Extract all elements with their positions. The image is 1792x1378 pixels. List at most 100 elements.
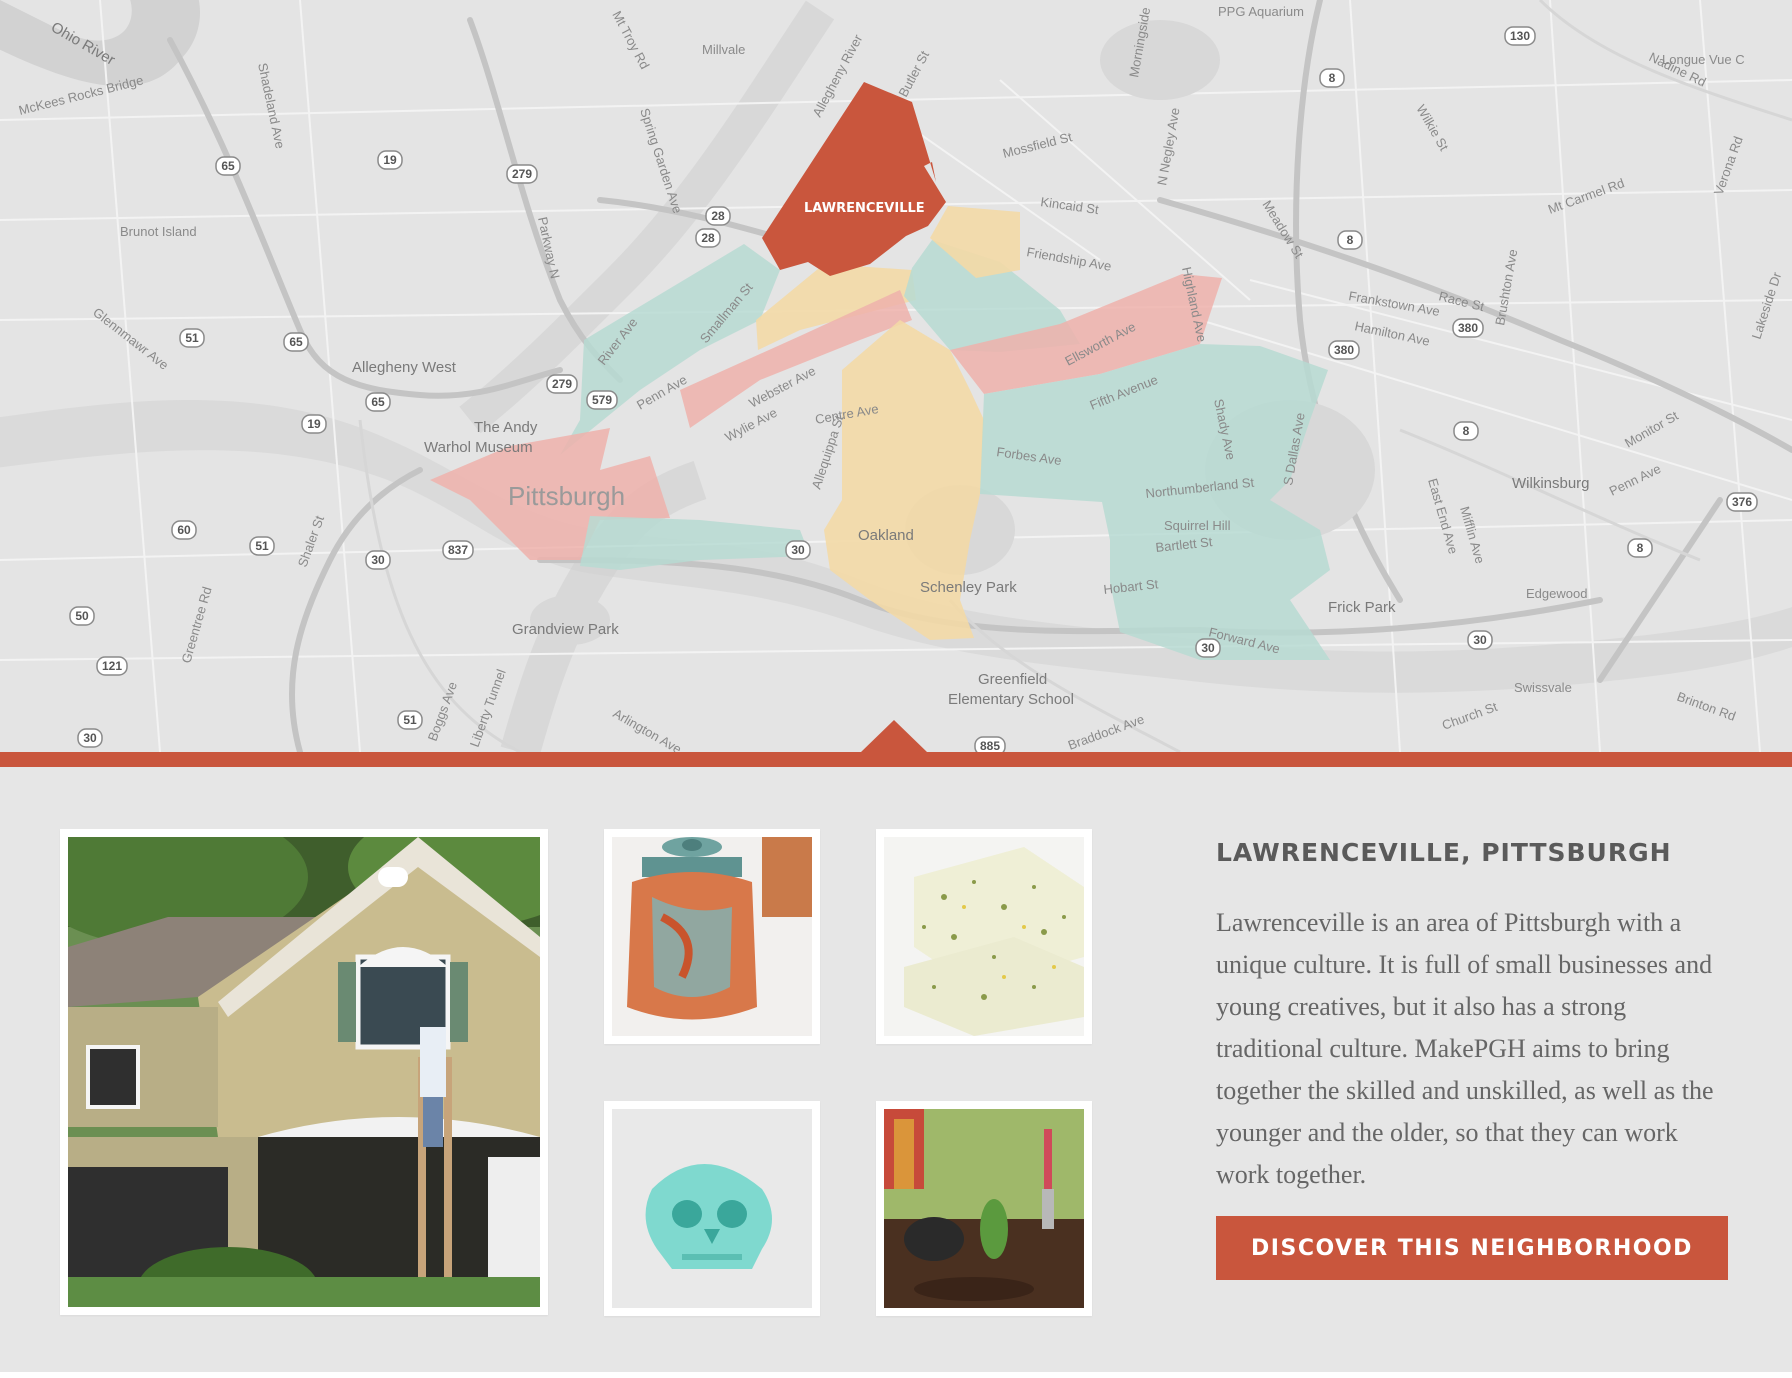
svg-text:N Negley Ave: N Negley Ave (1154, 107, 1182, 187)
svg-text:Frick Park: Frick Park (1328, 599, 1396, 616)
route-shield: 30 (1195, 638, 1221, 658)
route-shield: 380 (1452, 318, 1484, 338)
svg-text:Arlington Ave: Arlington Ave (611, 706, 685, 752)
route-shield-label: 19 (307, 417, 321, 431)
route-shield-label: 885 (980, 739, 1000, 752)
photo-ceramic-jar[interactable] (604, 829, 820, 1044)
route-shield: 130 (1504, 26, 1536, 46)
route-shield: 8 (1453, 421, 1479, 441)
selected-neighborhood-label: LAWRENCEVILLE (804, 201, 925, 216)
svg-text:Race St: Race St (1437, 288, 1486, 314)
route-shield-label: 579 (592, 393, 612, 407)
route-shield-label: 51 (255, 539, 269, 553)
route-shield-label: 837 (448, 543, 468, 557)
svg-text:Boggs Ave: Boggs Ave (425, 680, 460, 743)
route-shield-label: 376 (1732, 495, 1752, 509)
route-shield-label: 65 (371, 395, 385, 409)
photo-gardening[interactable] (876, 1101, 1092, 1316)
route-shield: 380 (1328, 340, 1360, 360)
svg-text:The Andy: The Andy (474, 419, 538, 436)
route-shield-label: 380 (1334, 343, 1354, 357)
svg-text:Monitor St: Monitor St (1622, 408, 1681, 451)
route-shield: 8 (1627, 538, 1653, 558)
route-shield-label: 30 (791, 543, 805, 557)
city-label: Pittsburgh (508, 481, 625, 511)
region-lawrenceville[interactable] (762, 82, 946, 276)
photo-soap[interactable] (876, 829, 1092, 1044)
map-divider (0, 752, 1792, 767)
route-shield-label: 28 (701, 231, 715, 245)
route-shield: 579 (586, 390, 618, 410)
route-shield-label: 279 (552, 377, 572, 391)
route-shield-label: 30 (83, 731, 97, 745)
svg-text:Grandview Park: Grandview Park (512, 621, 619, 638)
photo-house[interactable] (60, 829, 548, 1315)
svg-text:PPG Aquarium: PPG Aquarium (1218, 4, 1304, 19)
route-shield: 50 (69, 606, 95, 626)
route-shield: 121 (96, 656, 128, 676)
route-shield: 19 (301, 414, 327, 434)
ceramic-jar-image (612, 837, 812, 1036)
svg-text:Butler St: Butler St (895, 48, 932, 99)
photo-skull[interactable] (604, 1101, 820, 1316)
route-shield-label: 65 (289, 335, 303, 349)
route-shield: 51 (179, 328, 205, 348)
neighborhood-regions (430, 82, 1330, 660)
neighborhood-map[interactable]: LAWRENCEVILLE Pittsburgh Ohio River McKe… (0, 0, 1792, 752)
svg-text:Wylie Ave: Wylie Ave (722, 405, 779, 445)
route-shield: 28 (695, 228, 721, 248)
route-shield-label: 30 (1201, 641, 1215, 655)
house-image (68, 837, 540, 1307)
route-shield: 837 (442, 540, 474, 560)
discover-neighborhood-button[interactable]: DISCOVER THIS NEIGHBORHOOD (1216, 1216, 1728, 1280)
svg-text:Glennmawr Ave: Glennmawr Ave (90, 305, 171, 373)
svg-text:Allegheny West: Allegheny West (352, 359, 457, 376)
svg-text:Brushton Ave: Brushton Ave (1492, 248, 1520, 327)
neighborhood-title: LAWRENCEVILLE, PITTSBURGH (1216, 838, 1672, 867)
skull-image (612, 1109, 812, 1308)
svg-text:East End Ave: East End Ave (1425, 477, 1461, 556)
gardening-image (884, 1109, 1084, 1308)
route-shield-label: 8 (1347, 233, 1354, 247)
svg-text:Schenley Park: Schenley Park (920, 579, 1017, 596)
svg-text:Spring Garden Ave: Spring Garden Ave (637, 106, 685, 215)
svg-text:Warhol Museum: Warhol Museum (424, 439, 533, 456)
svg-text:Brunot Island: Brunot Island (120, 224, 197, 239)
svg-text:Wilkinsburg: Wilkinsburg (1512, 475, 1590, 492)
route-shield-label: 19 (383, 153, 397, 167)
map-canvas[interactable]: LAWRENCEVILLE Pittsburgh Ohio River McKe… (0, 0, 1792, 752)
route-shield-label: 130 (1510, 29, 1530, 43)
route-shield-label: 279 (512, 167, 532, 181)
route-shield: 30 (77, 728, 103, 748)
page-footer-edge (0, 1372, 1792, 1378)
svg-text:Church St: Church St (1440, 699, 1500, 733)
svg-text:Liberty Tunnel: Liberty Tunnel (467, 667, 509, 749)
route-shield-label: 60 (177, 523, 191, 537)
svg-text:Verona Rd: Verona Rd (1711, 134, 1746, 197)
route-shield-label: 65 (221, 159, 235, 173)
svg-text:Squirrel Hill: Squirrel Hill (1164, 518, 1231, 533)
svg-text:Oakland: Oakland (858, 527, 914, 544)
route-shield-label: 51 (185, 331, 199, 345)
route-shield: 279 (506, 164, 538, 184)
route-shield-label: 30 (371, 553, 385, 567)
route-shield: 60 (171, 520, 197, 540)
svg-text:Greenfield: Greenfield (978, 671, 1047, 688)
svg-text:Penn Ave: Penn Ave (1607, 461, 1663, 499)
route-shield-label: 51 (403, 713, 417, 727)
svg-text:Shaler St: Shaler St (295, 513, 328, 569)
route-shield: 30 (785, 540, 811, 560)
route-shield: 65 (215, 156, 241, 176)
route-shield: 51 (397, 710, 423, 730)
svg-text:Shadeland Ave: Shadeland Ave (255, 62, 288, 150)
svg-text:Mifflin Ave: Mifflin Ave (1457, 505, 1488, 566)
route-shield: 51 (249, 536, 275, 556)
route-shield: 8 (1337, 230, 1363, 250)
svg-text:Edgewood: Edgewood (1526, 586, 1587, 601)
svg-text:Mossfield St: Mossfield St (1001, 129, 1074, 161)
route-shield: 8 (1319, 68, 1345, 88)
route-shield-label: 8 (1637, 541, 1644, 555)
svg-text:Allequippa St: Allequippa St (809, 413, 847, 491)
soap-image (884, 837, 1084, 1036)
route-shield-label: 8 (1463, 424, 1470, 438)
